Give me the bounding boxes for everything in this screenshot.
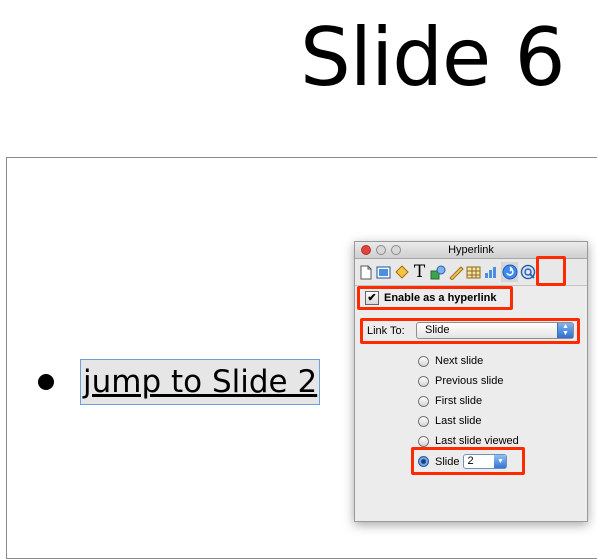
enable-highlight <box>357 286 513 310</box>
bullet-icon <box>38 374 54 390</box>
radio-previous-slide[interactable]: Previous slide <box>418 375 503 387</box>
radio-button-icon[interactable] <box>418 395 429 407</box>
text-icon[interactable]: T <box>411 262 428 282</box>
hyperlink-text[interactable]: jump to Slide 2 <box>80 359 321 405</box>
radio-label: Last slide <box>435 415 482 427</box>
table-icon[interactable] <box>465 262 482 282</box>
zoom-window-icon[interactable] <box>391 245 401 255</box>
radio-label: Next slide <box>435 355 484 367</box>
hyperlink-tab-highlight <box>536 256 566 286</box>
radio-first-slide[interactable]: First slide <box>418 395 482 407</box>
transition-icon[interactable] <box>393 262 410 282</box>
link-to-highlight <box>360 318 580 344</box>
radio-button-icon[interactable] <box>418 435 429 447</box>
chart-icon[interactable] <box>483 262 500 282</box>
radio-label: First slide <box>435 395 483 407</box>
hyperlink-inspector: Hyperlink T ✔ Enable as a hyperlink Link… <box>354 241 588 522</box>
bullet-item: jump to Slide 2 <box>38 358 321 406</box>
document-icon[interactable] <box>357 262 374 282</box>
ruler-icon[interactable] <box>447 262 464 282</box>
window-controls <box>361 245 401 255</box>
slide-number-highlight <box>411 447 525 475</box>
radio-button-icon[interactable] <box>418 355 429 367</box>
close-window-icon[interactable] <box>361 245 371 255</box>
radio-button-icon[interactable] <box>418 415 429 427</box>
shapes-icon[interactable] <box>429 262 446 282</box>
radio-last-slide-viewed[interactable]: Last slide viewed <box>418 435 519 447</box>
radio-label: Previous slide <box>435 375 504 387</box>
hyperlink-icon[interactable] <box>501 262 518 282</box>
slide-icon[interactable] <box>375 262 392 282</box>
radio-next-slide[interactable]: Next slide <box>418 355 483 367</box>
inspector-title: Hyperlink <box>448 244 494 256</box>
quicktime-icon[interactable] <box>519 262 536 282</box>
radio-last-slide[interactable]: Last slide <box>418 415 481 427</box>
minimize-window-icon[interactable] <box>376 245 386 255</box>
radio-label: Last slide viewed <box>435 435 519 447</box>
radio-button-icon[interactable] <box>418 375 429 387</box>
slide-title: Slide 6 <box>300 11 566 104</box>
